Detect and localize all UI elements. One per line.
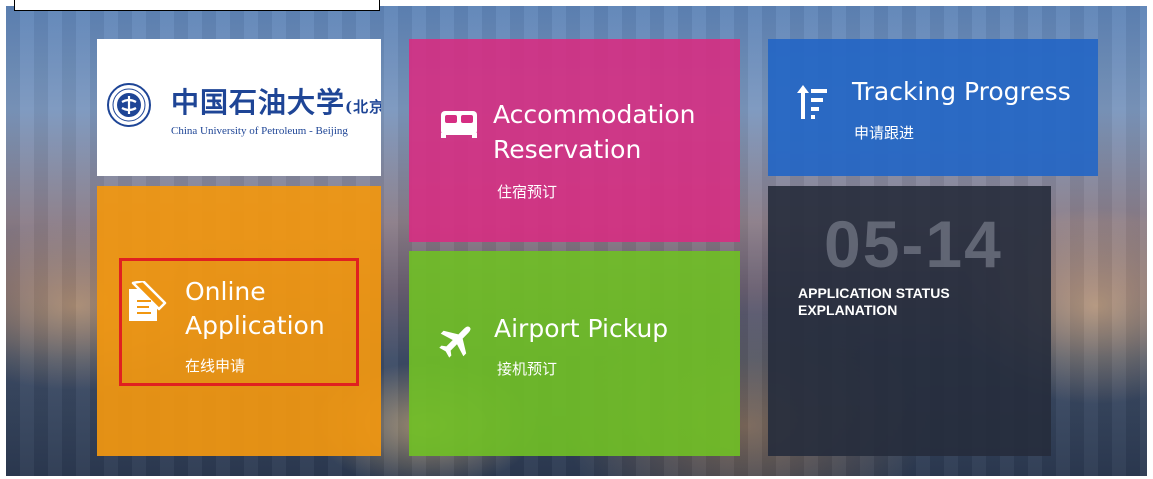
accommodation-reservation-tile[interactable]: Accommodation Reservation 住宿预订 bbox=[409, 39, 740, 242]
highlight-box bbox=[119, 258, 359, 386]
tracking-progress-subtitle: 申请跟进 bbox=[854, 124, 915, 142]
status-label: APPLICATION STATUS EXPLANATION bbox=[798, 285, 1038, 319]
airport-pickup-subtitle: 接机预订 bbox=[497, 360, 558, 378]
accommodation-subtitle: 住宿预订 bbox=[497, 183, 558, 201]
accommodation-title-2: Reservation bbox=[493, 135, 642, 164]
status-label-line-1: APPLICATION STATUS bbox=[798, 285, 950, 301]
top-box bbox=[14, 0, 380, 11]
bed-icon bbox=[441, 111, 477, 138]
airplane-icon bbox=[439, 326, 471, 358]
tracking-progress-tile[interactable]: Tracking Progress 申请跟进 bbox=[768, 39, 1098, 176]
university-name-en: China University of Petroleum - Beijing bbox=[171, 125, 348, 137]
university-logo-tile[interactable]: 中国石油大学(北京) China University of Petroleum… bbox=[97, 39, 381, 176]
university-name-cn: 中国石油大学(北京) bbox=[171, 86, 381, 119]
airport-pickup-tile[interactable]: Airport Pickup 接机预订 bbox=[409, 251, 740, 456]
application-status-tile[interactable]: 05-14 APPLICATION STATUS EXPLANATION bbox=[768, 186, 1051, 456]
tracking-progress-title: Tracking Progress bbox=[852, 77, 1071, 106]
status-date: 05-14 bbox=[824, 207, 1003, 281]
sort-arrow-icon bbox=[797, 85, 827, 119]
airport-pickup-title: Airport Pickup bbox=[494, 314, 669, 343]
status-label-line-2: EXPLANATION bbox=[798, 302, 898, 318]
university-seal-icon bbox=[107, 83, 151, 127]
accommodation-title-1: Accommodation bbox=[493, 100, 696, 129]
